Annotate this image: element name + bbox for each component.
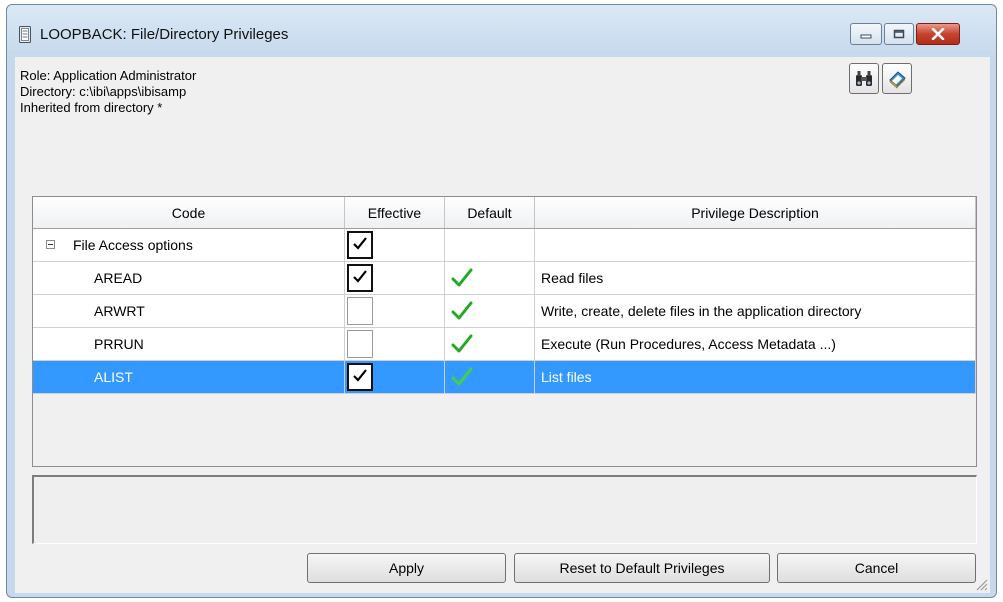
column-header-description[interactable]: Privilege Description: [535, 197, 976, 228]
default-check-icon: [451, 367, 473, 386]
effective-cell: [345, 328, 445, 360]
maximize-button[interactable]: [884, 23, 914, 45]
group-effective-checkbox[interactable]: [347, 231, 373, 259]
group-effective-cell: [345, 229, 445, 261]
close-button[interactable]: [916, 23, 960, 45]
column-header-code[interactable]: Code: [33, 197, 345, 228]
description-panel: [32, 475, 977, 544]
privilege-code: AREAD: [94, 270, 143, 286]
effective-cell: [345, 262, 445, 294]
default-cell: [445, 295, 535, 327]
default-check-icon: [451, 301, 473, 320]
collapse-icon[interactable]: [46, 240, 55, 249]
checkmark-icon: [353, 270, 367, 283]
column-header-default[interactable]: Default: [445, 197, 535, 228]
default-check-icon: [451, 334, 473, 353]
title-bar[interactable]: LOOPBACK: File/Directory Privileges: [7, 5, 996, 57]
group-row-file-access[interactable]: File Access options: [33, 229, 976, 262]
resize-grip-icon[interactable]: [974, 577, 988, 591]
group-description-cell: [535, 229, 976, 261]
privilege-description: Execute (Run Procedures, Access Metadata…: [541, 336, 836, 352]
group-default-cell: [445, 229, 535, 261]
column-header-effective[interactable]: Effective: [345, 197, 445, 228]
inherited-label: Inherited from directory *: [20, 100, 163, 115]
table-row-selected[interactable]: ALIST List files: [33, 361, 976, 394]
document-icon: [19, 26, 31, 43]
default-check-icon: [451, 268, 473, 287]
privileges-window: LOOPBACK: File/Directory Privileges Role…: [6, 4, 997, 598]
help-book-icon: [889, 70, 906, 89]
checkmark-icon: [353, 237, 367, 250]
code-cell: ALIST: [33, 361, 345, 393]
description-cell: Execute (Run Procedures, Access Metadata…: [535, 328, 976, 360]
effective-checkbox[interactable]: [347, 264, 373, 292]
checkmark-icon: [353, 369, 367, 382]
role-label: Role: Application Administrator: [20, 68, 197, 83]
privileges-table: Code Effective Default Privilege Descrip…: [32, 196, 977, 467]
dialog-body: Role: Application Administrator Director…: [15, 57, 990, 593]
effective-checkbox[interactable]: [347, 330, 373, 358]
code-cell: PRRUN: [33, 328, 345, 360]
minimize-button[interactable]: [850, 23, 882, 45]
default-cell: [445, 262, 535, 294]
group-code-cell: File Access options: [33, 229, 345, 261]
minimize-icon: [860, 34, 872, 39]
group-label: File Access options: [73, 237, 193, 253]
binoculars-icon: [856, 70, 872, 86]
privilege-description: Write, create, delete files in the appli…: [541, 303, 862, 319]
apply-button[interactable]: Apply: [307, 553, 506, 583]
close-icon: [931, 28, 945, 40]
effective-checkbox[interactable]: [347, 363, 373, 391]
table-row[interactable]: PRRUN Execute (Run Procedures, Access Me…: [33, 328, 976, 361]
default-cell: [445, 361, 535, 393]
code-cell: AREAD: [33, 262, 345, 294]
default-cell: [445, 328, 535, 360]
directory-label: Directory: c:\ibi\apps\ibisamp: [20, 84, 187, 99]
table-header: Code Effective Default Privilege Descrip…: [33, 197, 976, 229]
privilege-info: Role: Application Administrator Director…: [20, 68, 196, 116]
privilege-description: Read files: [541, 270, 604, 286]
maximize-icon: [893, 29, 905, 39]
help-button[interactable]: [882, 63, 912, 94]
table-row[interactable]: AREAD Read files: [33, 262, 976, 295]
code-cell: ARWRT: [33, 295, 345, 327]
description-cell: Write, create, delete files in the appli…: [535, 295, 976, 327]
privilege-code: ALIST: [94, 369, 133, 385]
window-title: LOOPBACK: File/Directory Privileges: [40, 26, 289, 43]
privilege-code: ARWRT: [94, 303, 145, 319]
privilege-description: List files: [541, 369, 592, 385]
effective-cell: [345, 295, 445, 327]
privilege-code: PRRUN: [94, 336, 144, 352]
cancel-button[interactable]: Cancel: [777, 553, 976, 583]
effective-cell: [345, 361, 445, 393]
find-button[interactable]: [849, 63, 879, 94]
effective-checkbox[interactable]: [347, 297, 373, 325]
description-cell: Read files: [535, 262, 976, 294]
description-cell: List files: [535, 361, 976, 393]
table-row[interactable]: ARWRT Write, create, delete files in the…: [33, 295, 976, 328]
reset-defaults-button[interactable]: Reset to Default Privileges: [514, 553, 770, 583]
